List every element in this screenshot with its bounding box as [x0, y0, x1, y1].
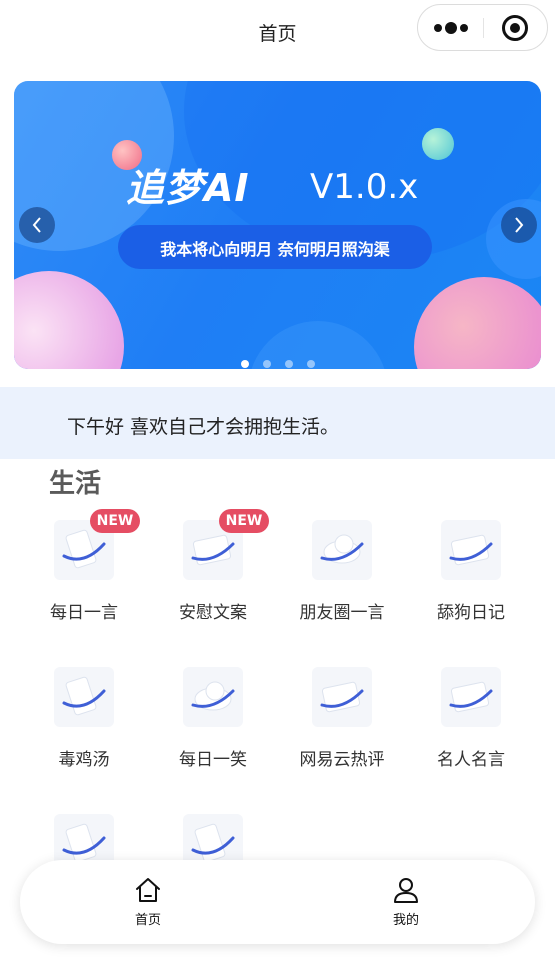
home-icon — [136, 878, 160, 902]
carousel-indicators — [14, 360, 541, 368]
banner-title: 追梦AI — [126, 166, 250, 210]
card-ring-icon — [441, 667, 501, 727]
banner-version: V1.0.x — [310, 167, 419, 207]
grid-item-label: 每日一言 — [50, 603, 118, 623]
chevron-left-icon — [32, 217, 41, 233]
carousel-dot[interactable] — [240, 360, 249, 368]
tab-home-label: 首页 — [134, 913, 161, 928]
user-icon — [394, 878, 418, 903]
grid-item-simp-diary[interactable]: 舔狗日记 — [411, 520, 531, 640]
grid-item-label: 毒鸡汤 — [58, 750, 110, 770]
carousel-dot[interactable] — [284, 360, 293, 368]
grid-item-label: 名人名言 — [437, 750, 505, 770]
grid-item-label: 网易云热评 — [299, 750, 385, 770]
banner-decor-circle — [14, 271, 124, 369]
card-ring-icon — [441, 520, 501, 580]
banner-prev-button[interactable] — [19, 207, 55, 243]
carousel-dot[interactable] — [306, 360, 315, 368]
phone-ring-icon — [54, 667, 114, 727]
banner-decor-circle — [422, 128, 454, 160]
card-ring-icon — [312, 667, 372, 727]
tab-me-label: 我的 — [392, 913, 419, 928]
grid-item-netease-comments[interactable]: 网易云热评 — [282, 667, 402, 787]
banner-decor-circle — [414, 277, 541, 369]
new-badge: NEW — [219, 509, 269, 533]
cloud-ring-icon — [312, 520, 372, 580]
new-badge: NEW — [90, 509, 140, 533]
banner-carousel[interactable]: 追梦AI V1.0.x 我本将心向明月 奈何明月照沟渠 — [14, 81, 541, 369]
chevron-right-icon — [515, 217, 524, 233]
tab-me[interactable]: 我的 — [356, 860, 456, 944]
banner-subtitle: 我本将心向明月 奈何明月照沟渠 — [160, 240, 390, 259]
greeting-notice-bar: 下午好 喜欢自己才会拥抱生活。 — [0, 387, 555, 459]
grid-item-label: 舔狗日记 — [437, 603, 505, 623]
greeting-text: 下午好 喜欢自己才会拥抱生活。 — [67, 416, 340, 438]
capsule-menu — [417, 4, 548, 51]
grid-item-label: 安慰文案 — [179, 603, 247, 623]
section-title: 生活 — [49, 469, 102, 499]
navigation-bar: 首页 — [0, 0, 555, 62]
cloud-ring-icon — [183, 667, 243, 727]
carousel-dot[interactable] — [262, 360, 271, 368]
capsule-divider — [483, 18, 484, 38]
grid-item-daily-joke[interactable]: 每日一笑 — [153, 667, 273, 787]
grid-item-toxic-soup[interactable]: 毒鸡汤 — [24, 667, 144, 787]
banner-next-button[interactable] — [501, 207, 537, 243]
tab-home[interactable]: 首页 — [98, 860, 198, 944]
more-dots-icon[interactable] — [434, 21, 470, 35]
grid-item-famous-quotes[interactable]: 名人名言 — [411, 667, 531, 787]
bottom-tab-bar: 首页 我的 — [20, 860, 535, 944]
grid-item-moments-quote[interactable]: 朋友圈一言 — [282, 520, 402, 640]
grid-item-comfort-copy[interactable]: NEW 安慰文案 — [153, 509, 273, 640]
grid-item-daily-quote[interactable]: NEW 每日一言 — [24, 509, 144, 640]
grid-item-label: 每日一笑 — [179, 750, 247, 770]
grid-item-label: 朋友圈一言 — [299, 603, 385, 623]
record-close-icon[interactable] — [502, 15, 528, 41]
